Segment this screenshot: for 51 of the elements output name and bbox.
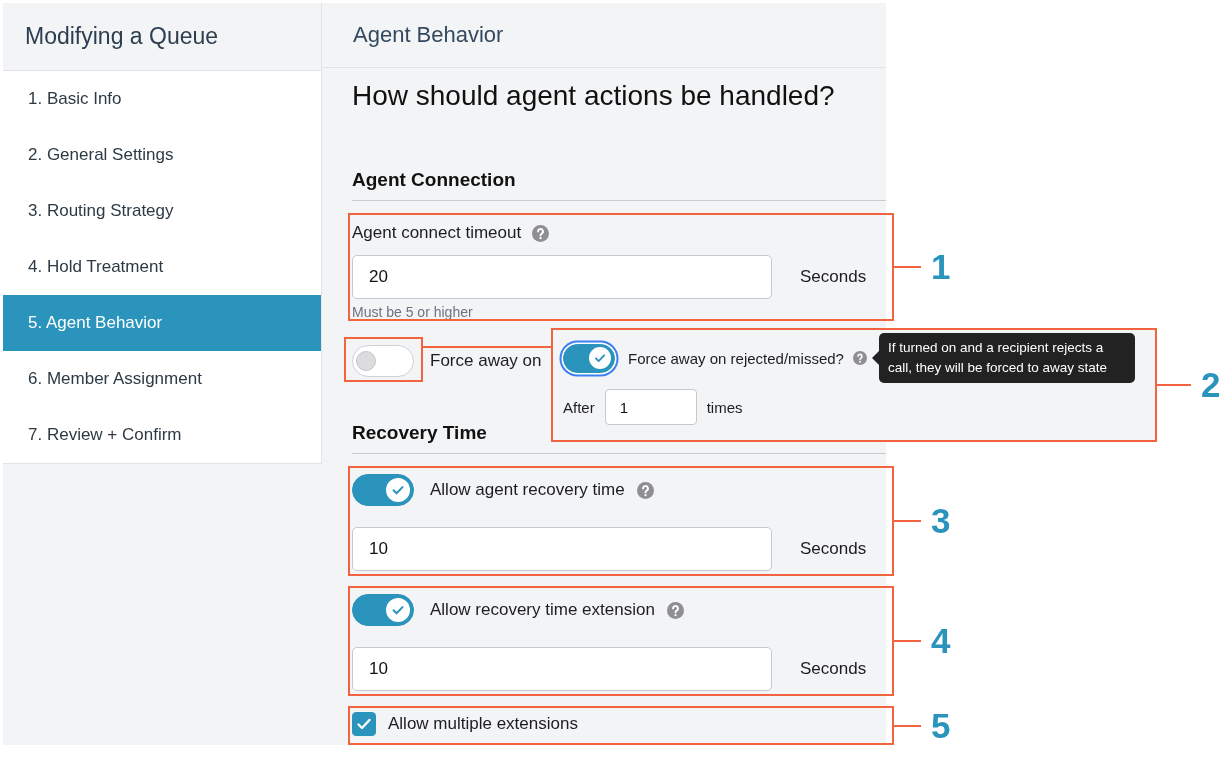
checkbox-label: Allow multiple extensions bbox=[388, 714, 578, 734]
input-unit-label: Seconds bbox=[799, 267, 867, 287]
annotation-line bbox=[894, 266, 921, 268]
sidebar-item[interactable]: 4. Hold Treatment bbox=[3, 239, 321, 295]
input-unit-label: Seconds bbox=[799, 659, 867, 679]
help-icon[interactable] bbox=[532, 224, 550, 242]
sidebar-item[interactable]: 3. Routing Strategy bbox=[3, 183, 321, 239]
annotation-line bbox=[894, 520, 921, 522]
toggle-label: Allow recovery time extension bbox=[430, 600, 655, 620]
check-icon bbox=[386, 478, 410, 502]
section-title: Agent Connection bbox=[352, 168, 886, 201]
sidebar-item[interactable]: 6. Member Assignment bbox=[3, 351, 321, 407]
toggle-label: Allow agent recovery time bbox=[430, 480, 625, 500]
number-input[interactable]: 10 bbox=[352, 647, 772, 691]
input-unit-label: Seconds bbox=[799, 539, 867, 559]
toggle-label: Force away on bbox=[430, 351, 542, 371]
help-icon[interactable] bbox=[852, 351, 867, 365]
input-unit-label: times bbox=[706, 398, 743, 416]
field-label: Agent connect timeout bbox=[352, 223, 522, 243]
field-hint: Must be 5 or higher bbox=[352, 304, 474, 321]
callout-number: 4 bbox=[931, 623, 951, 659]
check-icon bbox=[356, 716, 372, 732]
toggle-switch[interactable] bbox=[352, 474, 414, 506]
page-heading: How should agent actions be handled? bbox=[352, 80, 836, 112]
toggle-knob-icon bbox=[356, 351, 376, 371]
sidebar-item[interactable]: 1. Basic Info bbox=[3, 71, 321, 127]
sidebar-item[interactable]: 7. Review + Confirm bbox=[3, 407, 321, 463]
callout-number: 2 bbox=[1201, 367, 1221, 403]
help-icon[interactable] bbox=[666, 601, 684, 619]
count-input[interactable]: 1 bbox=[604, 389, 697, 425]
annotation-line bbox=[894, 640, 921, 642]
number-input[interactable]: 20 bbox=[352, 255, 772, 299]
check-icon bbox=[589, 347, 611, 369]
annotation-line bbox=[894, 724, 921, 727]
callout-number: 1 bbox=[931, 249, 951, 285]
callout-number: 3 bbox=[931, 503, 951, 539]
sidebar-item[interactable]: 2. General Settings bbox=[3, 127, 321, 183]
check-icon bbox=[386, 598, 410, 622]
help-tooltip: If turned on and a recipient rejects a call, they will be forced to away state bbox=[878, 333, 1135, 383]
toggle-switch[interactable] bbox=[352, 594, 414, 626]
toggle-switch[interactable] bbox=[352, 345, 414, 377]
checkbox[interactable] bbox=[352, 712, 376, 736]
number-input[interactable]: 10 bbox=[352, 527, 772, 571]
input-prefix-label: After bbox=[563, 398, 595, 416]
sidebar-title: Modifying a Queue bbox=[25, 23, 219, 50]
toggle-switch[interactable] bbox=[563, 343, 615, 373]
help-icon[interactable] bbox=[636, 481, 654, 499]
toggle-label: Force away on rejected/missed? bbox=[628, 349, 844, 367]
panel-title: Agent Behavior bbox=[353, 22, 504, 48]
tooltip-pointer-icon bbox=[871, 351, 879, 365]
callout-number: 5 bbox=[931, 707, 951, 744]
